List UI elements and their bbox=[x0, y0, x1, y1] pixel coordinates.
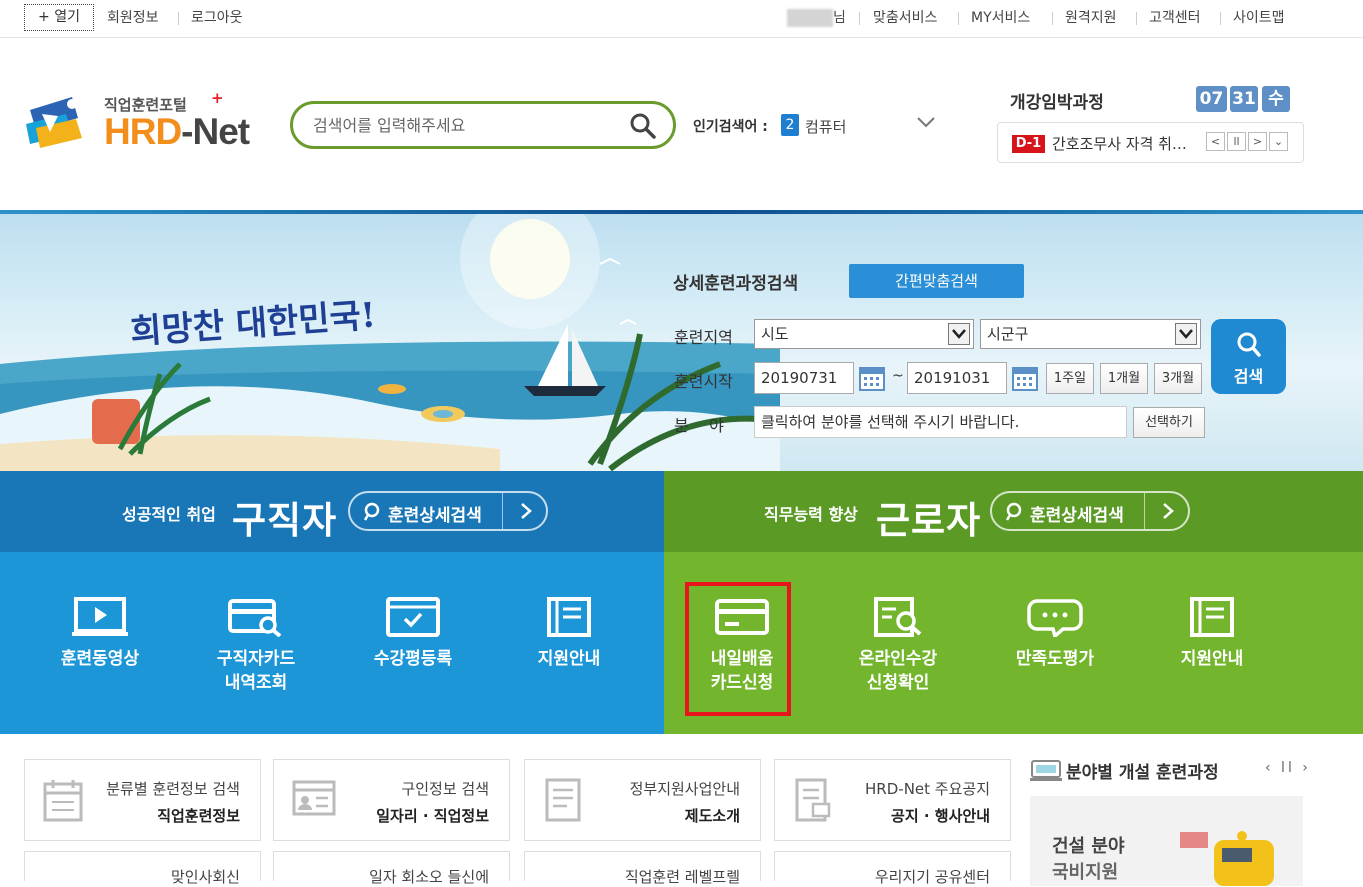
region-label: 훈련지역 bbox=[674, 328, 733, 347]
sido-select[interactable]: 시도 bbox=[754, 319, 974, 349]
document-icon bbox=[543, 778, 583, 826]
imminent-course-text[interactable]: 간호조무사 자격 취… bbox=[1052, 133, 1187, 154]
card-notice[interactable]: HRD-Net 주요공지 공지 · 행사안내 bbox=[774, 759, 1011, 841]
chevron-right-icon bbox=[1158, 500, 1178, 527]
card-row2-4[interactable]: 우리지기 공유센터 bbox=[774, 851, 1011, 886]
quick-item-support-guide[interactable]: 지원안내 bbox=[499, 597, 639, 671]
d-day-badge: D-1 bbox=[1012, 135, 1045, 153]
card-search-icon bbox=[228, 599, 282, 637]
quick-item-online-course[interactable]: 온라인수강 신청확인 bbox=[828, 597, 968, 695]
jobseeker-detail-search-button[interactable]: 훈련상세검색 bbox=[348, 491, 548, 531]
logo-title[interactable]: HRD-Net bbox=[104, 111, 250, 153]
next-icon[interactable]: > bbox=[1248, 132, 1267, 151]
jobseeker-title: 구직자 bbox=[232, 499, 338, 542]
period-1week-button[interactable]: 1주일 bbox=[1046, 363, 1094, 394]
notice-icon bbox=[793, 778, 833, 826]
book-icon bbox=[1190, 597, 1234, 637]
user-name-blurred bbox=[787, 9, 833, 27]
pause-icon[interactable]: ll bbox=[1227, 132, 1246, 151]
date-weekday: 수 bbox=[1262, 86, 1290, 112]
logo-plus: + bbox=[211, 89, 224, 107]
period-1month-button[interactable]: 1개월 bbox=[1100, 363, 1148, 394]
popular-keyword[interactable]: 컴퓨터 bbox=[805, 116, 846, 137]
worker-detail-search-button[interactable]: 훈련상세검색 bbox=[990, 491, 1190, 531]
card-system-intro[interactable]: 정부지원사업안내 제도소개 bbox=[524, 759, 761, 841]
calendar-icon[interactable] bbox=[1011, 364, 1039, 396]
user-suffix: 님 bbox=[833, 10, 846, 26]
slider-controls[interactable]: ‹ ll › bbox=[1265, 760, 1311, 776]
date-day: 31 bbox=[1230, 86, 1258, 112]
imminent-course-title: 개강임박과정 bbox=[1010, 93, 1104, 113]
calendar-icon bbox=[43, 778, 83, 826]
book-icon bbox=[547, 597, 591, 637]
logout-link[interactable]: 로그아웃 bbox=[191, 0, 243, 36]
sigungu-select[interactable]: 시군구 bbox=[980, 319, 1201, 349]
popular-keyword-rank: 2 bbox=[781, 114, 799, 136]
imminent-course-box: D-1 간호조무사 자격 취… < ll > ⌄ bbox=[997, 122, 1304, 163]
speech-bubble-icon bbox=[1027, 599, 1083, 637]
card-job-info[interactable]: 구인정보 검색 일자리 · 직업정보 bbox=[273, 759, 510, 841]
date-month: 07 bbox=[1196, 86, 1227, 112]
card-row2-1[interactable]: 맞인사회신 bbox=[24, 851, 261, 886]
card-row2-2[interactable]: 일자 회소오 들신에 bbox=[273, 851, 510, 886]
worker-title: 근로자 bbox=[876, 499, 982, 542]
hrd-logo-icon[interactable] bbox=[22, 92, 100, 156]
open-button[interactable]: + 열기 bbox=[24, 4, 94, 31]
worker-header: 직무능력 향상 근로자 훈련상세검색 bbox=[664, 471, 1363, 552]
date-tilde: ~ bbox=[892, 368, 904, 384]
start-from-input[interactable]: 20190731 bbox=[754, 362, 854, 394]
field-course-title: 분야별 개설 훈련과정 bbox=[1066, 763, 1219, 783]
search-icon bbox=[1005, 502, 1024, 527]
field-input[interactable]: 클릭하여 분야를 선택해 주시기 바랍니다. bbox=[754, 406, 1127, 438]
customer-center-link[interactable]: 고객센터 bbox=[1149, 0, 1201, 36]
quick-item-jobseeker-card[interactable]: 구직자카드 내역조회 bbox=[186, 597, 326, 695]
main-banner: 희망찬 대한민국! 상세훈련과정검색 간편맞춤검색 훈련지역 시도 시군구 훈련… bbox=[0, 214, 1363, 471]
video-player-icon bbox=[72, 597, 128, 636]
card-row2-3[interactable]: 직업훈련 레벨프렐 bbox=[524, 851, 761, 886]
card-training-info[interactable]: 분류별 훈련정보 검색 직업훈련정보 bbox=[24, 759, 261, 841]
field-course-slide[interactable]: 건설 분야 국비지원 bbox=[1030, 796, 1303, 886]
jobseeker-header: 성공적인 취업 구직자 훈련상세검색 bbox=[0, 471, 664, 552]
field-label: 분 야 bbox=[674, 416, 724, 435]
custom-service-link[interactable]: 맞춤서비스 bbox=[873, 0, 937, 36]
calendar-icon[interactable] bbox=[858, 364, 886, 396]
period-3month-button[interactable]: 3개월 bbox=[1154, 363, 1202, 394]
quick-item-training-video[interactable]: 훈련동영상 bbox=[30, 597, 170, 671]
chevron-right-icon bbox=[516, 500, 536, 527]
expand-icon[interactable]: ⌄ bbox=[1269, 132, 1288, 151]
search-input[interactable] bbox=[311, 112, 611, 138]
search-button-label: 검색 bbox=[1233, 367, 1264, 386]
chevron-down-icon[interactable] bbox=[916, 114, 936, 133]
my-service-link[interactable]: MY서비스 bbox=[971, 0, 1030, 36]
start-to-input[interactable]: 20191031 bbox=[907, 362, 1007, 394]
quick-match-button[interactable]: 간편맞춤검색 bbox=[849, 264, 1024, 298]
remote-support-link[interactable]: 원격지원 bbox=[1065, 0, 1117, 36]
top-utility-bar: + 열기 회원정보 로그아웃 님 맞춤서비스 MY서비스 원격지원 고객센터 사… bbox=[0, 0, 1363, 38]
document-search-icon bbox=[874, 597, 922, 637]
start-label: 훈련시작 bbox=[674, 372, 733, 391]
main-search-box bbox=[290, 101, 676, 149]
popular-keyword-label: 인기검색어 : bbox=[693, 119, 768, 135]
prev-icon[interactable]: < bbox=[1206, 132, 1225, 151]
search-icon bbox=[363, 502, 382, 527]
id-card-icon bbox=[292, 778, 336, 822]
highlight-box bbox=[685, 582, 791, 716]
quick-item-worker-support[interactable]: 지원안내 bbox=[1142, 597, 1282, 671]
quick-item-review[interactable]: 수강평등록 bbox=[343, 597, 483, 671]
detail-search-title: 상세훈련과정검색 bbox=[673, 274, 799, 294]
search-icon[interactable] bbox=[629, 112, 657, 144]
quick-item-satisfaction[interactable]: 만족도평가 bbox=[985, 597, 1125, 671]
sitemap-link[interactable]: 사이트맵 bbox=[1233, 0, 1285, 36]
jobseeker-sub: 성공적인 취업 bbox=[122, 505, 216, 524]
construction-truck-icon bbox=[1180, 831, 1274, 886]
monitor-icon bbox=[1030, 760, 1062, 786]
member-info-link[interactable]: 회원정보 bbox=[107, 0, 159, 36]
worker-sub: 직무능력 향상 bbox=[764, 505, 858, 524]
review-window-icon bbox=[386, 597, 440, 637]
field-select-button[interactable]: 선택하기 bbox=[1133, 407, 1205, 438]
detail-search-button[interactable]: 검색 bbox=[1211, 319, 1286, 394]
